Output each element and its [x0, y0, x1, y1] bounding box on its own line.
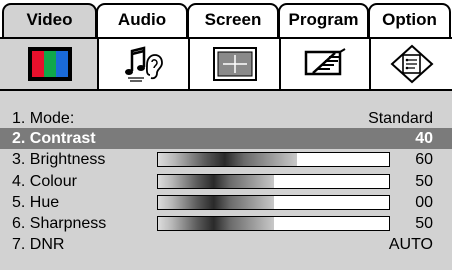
option-diamond-icon[interactable] — [369, 39, 452, 89]
menu-item-label: 3. Brightness — [12, 151, 106, 168]
menu-item-dnr[interactable]: 7. DNR AUTO — [0, 234, 452, 255]
tab-icon-row — [0, 37, 452, 89]
menu-item-label: 1. Mode: — [12, 110, 75, 127]
colour-value: 50 — [415, 173, 433, 190]
antenna-icon[interactable] — [279, 39, 369, 89]
menu-item-sharpness[interactable]: 6. Sharpness 50 — [0, 213, 452, 234]
sharpness-value: 50 — [415, 215, 433, 232]
tab-audio[interactable]: Audio — [96, 3, 188, 37]
hue-slider[interactable] — [157, 195, 390, 210]
tv-color-bars-icon[interactable] — [0, 39, 99, 89]
menu-item-colour[interactable]: 4. Colour 50 — [0, 171, 452, 192]
menu-item-brightness[interactable]: 3. Brightness 60 — [0, 149, 452, 170]
music-note-ear-icon[interactable] — [97, 39, 188, 89]
menu-item-hue[interactable]: 5. Hue 00 — [0, 192, 452, 213]
colour-slider-fill — [158, 175, 274, 188]
screen-crosshair-icon[interactable] — [188, 39, 279, 89]
tab-screen[interactable]: Screen — [187, 3, 279, 37]
hue-value: 00 — [415, 194, 433, 211]
menu-item-label: 5. Hue — [12, 194, 60, 211]
brightness-slider-fill — [158, 153, 297, 166]
brightness-slider[interactable] — [157, 152, 390, 167]
dnr-value: AUTO — [388, 236, 433, 253]
brightness-value: 60 — [415, 151, 433, 168]
tab-program[interactable]: Program — [278, 3, 369, 37]
menu-tab-bar: Video Audio Screen Program Option — [0, 0, 452, 42]
menu-item-contrast[interactable]: 2. Contrast 40 — [0, 128, 452, 149]
hue-slider-fill — [158, 196, 274, 209]
mode-value: Standard — [368, 110, 433, 127]
sharpness-slider-fill — [158, 217, 274, 230]
tab-option[interactable]: Option — [368, 3, 451, 37]
menu-item-label: 6. Sharpness — [12, 215, 107, 232]
menu-item-label: 2. Contrast — [12, 130, 96, 147]
sharpness-slider[interactable] — [157, 216, 390, 231]
contrast-value: 40 — [415, 130, 433, 147]
menu-item-mode[interactable]: 1. Mode: Standard — [0, 108, 452, 129]
video-settings-panel: 1. Mode: Standard 2. Contrast 40 3. Brig… — [0, 89, 452, 270]
menu-item-label: 4. Colour — [12, 173, 77, 190]
colour-slider[interactable] — [157, 174, 390, 189]
menu-item-label: 7. DNR — [12, 236, 65, 253]
